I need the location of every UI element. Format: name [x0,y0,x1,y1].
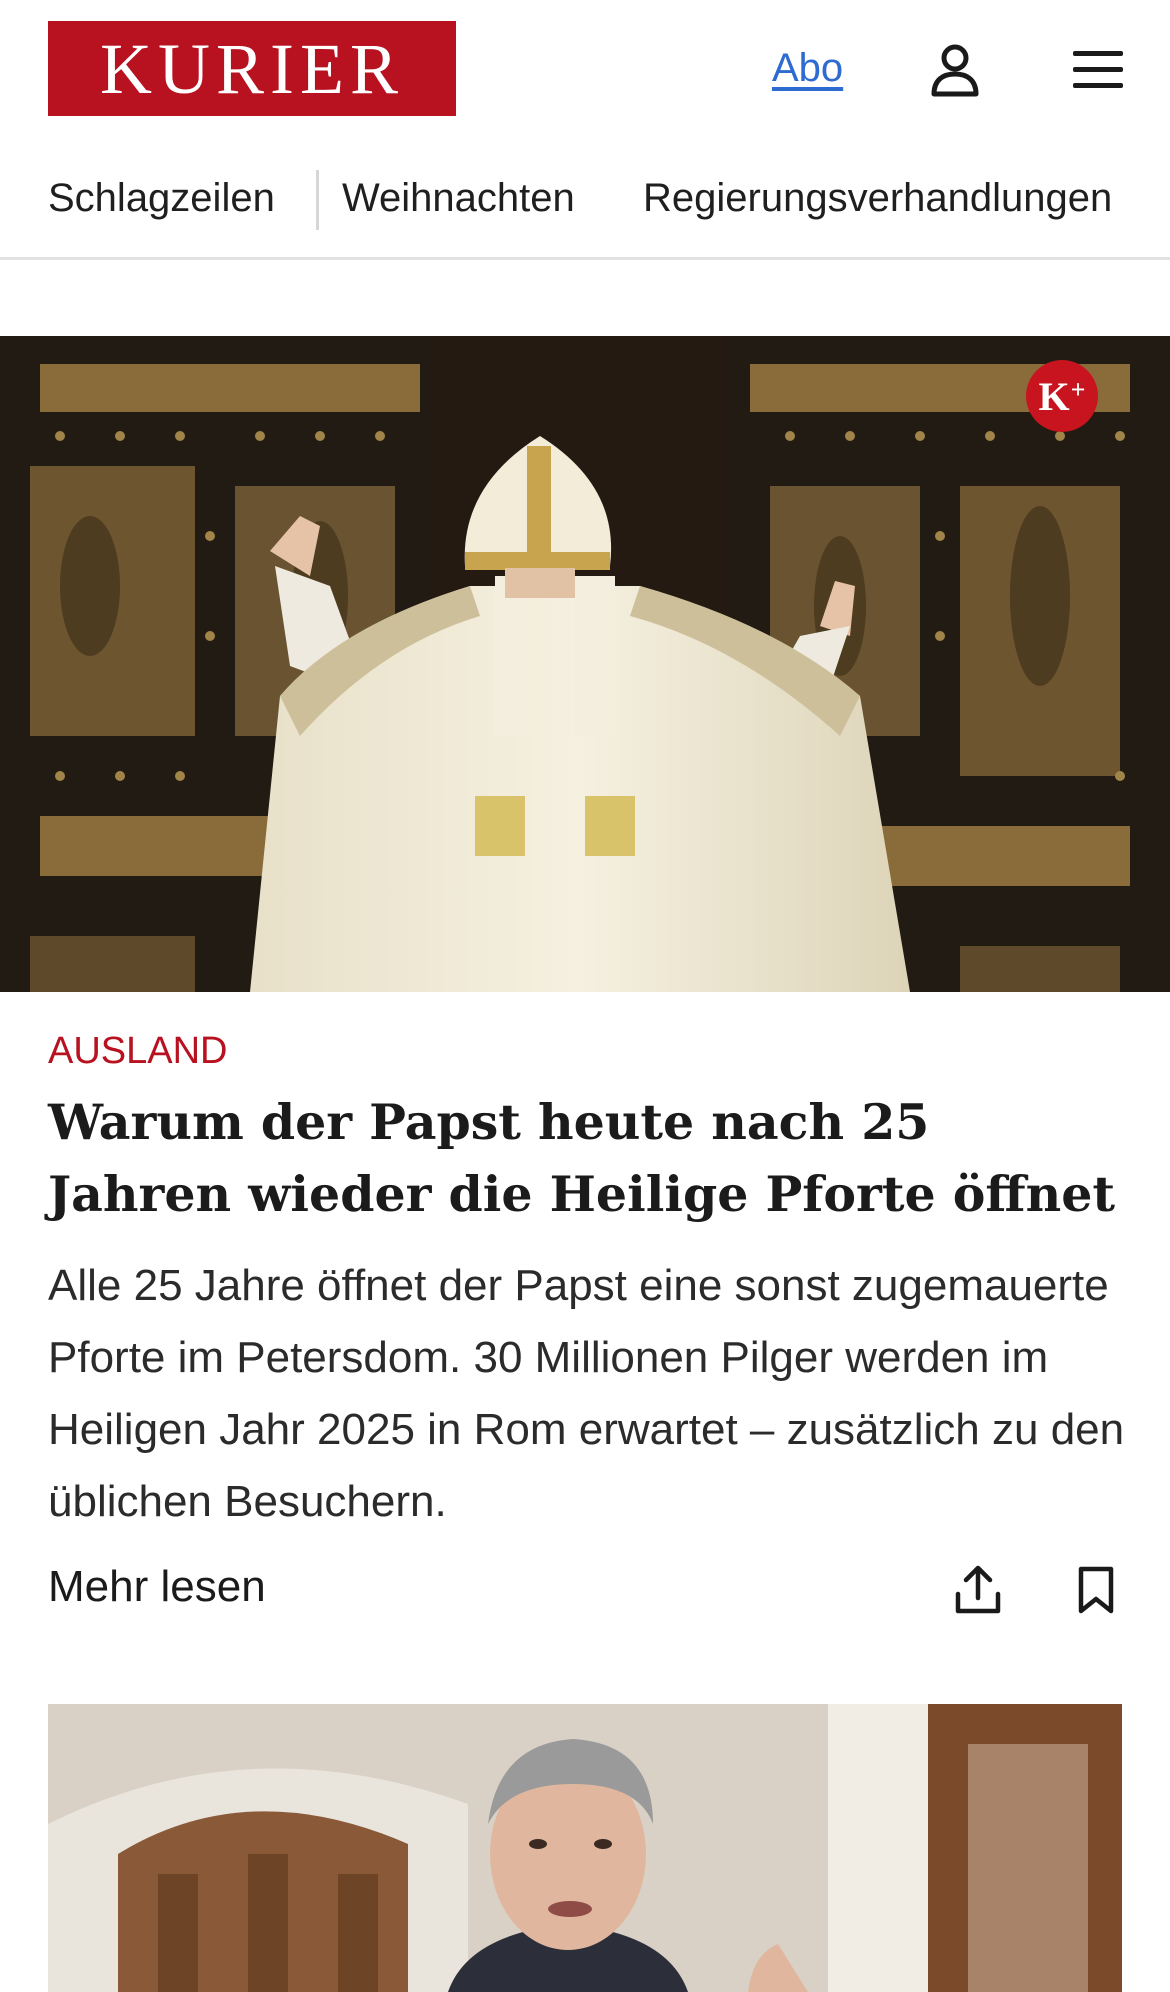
article-headline[interactable]: Warum der Papst heute nach 25 Jahren wie… [48,1086,1128,1230]
kurier-logo[interactable]: KURIER [48,21,456,116]
logo-text: KURIER [100,28,404,109]
premium-badge[interactable]: K + [1026,360,1098,432]
premium-badge-letter: K [1038,373,1070,419]
bookmark-icon [1078,1566,1114,1614]
premium-badge-plus: + [1070,375,1086,404]
user-icon [931,44,979,97]
top-bar: KURIER Abo [0,0,1170,150]
nav-divider [316,170,319,230]
hamburger-menu-icon [1073,51,1123,88]
article-category[interactable]: AUSLAND [48,1030,228,1073]
nav-item-weihnachten[interactable]: Weihnachten [342,176,575,221]
share-icon [955,1565,1001,1614]
abo-link[interactable]: Abo [772,46,843,91]
article-teaser: Alle 25 Jahre öffnet der Papst eine sons… [48,1261,1125,1526]
nav-item-schlagzeilen[interactable]: Schlagzeilen [48,176,275,221]
nav-item-regierungsverhandlungen[interactable]: Regierungsverhandlungen [643,176,1112,221]
category-nav: Schlagzeilen Weihnachten Regierungsverha… [0,160,1170,260]
share-button[interactable] [948,1560,1008,1620]
read-more-link[interactable]: Mehr lesen [48,1562,266,1612]
second-article-image[interactable] [48,1704,1122,1992]
user-account-button[interactable] [925,40,985,100]
article-hero-image[interactable] [0,336,1170,992]
bookmark-button[interactable] [1066,1560,1126,1620]
menu-button[interactable] [1068,40,1128,100]
